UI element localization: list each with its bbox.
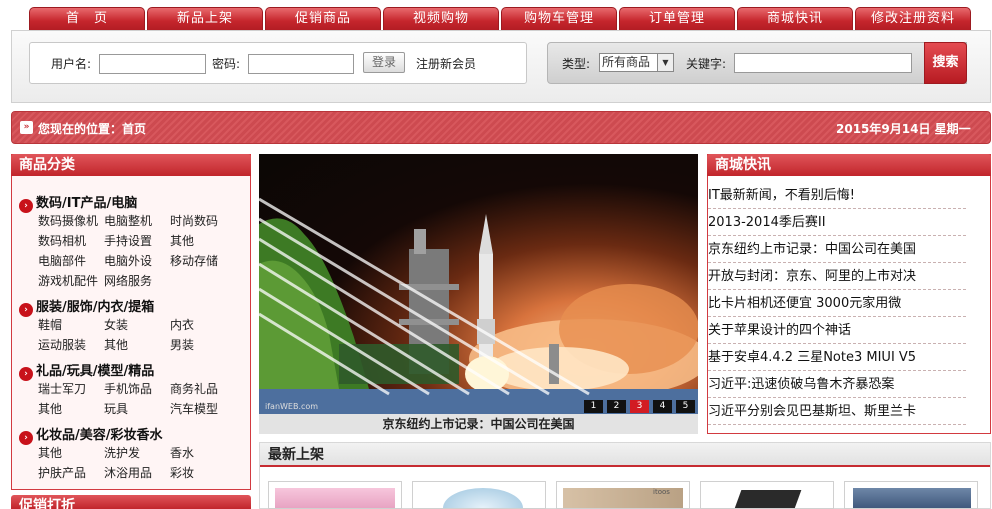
tab-new-products[interactable]: 新品上架 [147,7,263,30]
product-image [853,488,971,508]
promo-panel-title: 促销打折 [11,495,251,509]
new-arrivals-title: 最新上架 [260,443,990,467]
news-item[interactable]: 京东纽约上市记录：中国公司在美国 [708,237,966,263]
news-item[interactable]: 基于安卓4.4.2 三星Note3 MIUI V5 [708,345,966,371]
banner-page-3-active[interactable]: 3 [630,400,649,413]
news-item[interactable]: 开放与封闭：京东、阿里的上市对决 [708,264,966,290]
username-input[interactable] [99,54,206,74]
category-link[interactable]: 手持设置 [104,232,152,249]
category-link[interactable]: 男装 [170,336,194,353]
news-item[interactable]: 习近平分别会见巴基斯坦、斯里兰卡 [708,399,966,425]
tab-promotions[interactable]: 促销商品 [265,7,381,30]
product-thumb-1[interactable] [268,481,402,509]
category-link[interactable]: 其他 [170,232,194,249]
news-item[interactable]: 习近平:迅速侦破乌鲁木齐暴恐案 [708,372,966,398]
password-input[interactable] [248,54,354,74]
tab-news[interactable]: 商城快讯 [737,7,853,30]
category-link[interactable]: 其他 [38,444,62,461]
product-image [443,488,523,508]
category-link[interactable]: 数码相机 [38,232,86,249]
current-date: 2015年9月14日 星期一 [836,122,971,136]
category-link[interactable]: 移动存储 [170,252,218,269]
news-panel-title: 商城快讯 [707,154,991,176]
arrow-right-icon: › [19,303,33,317]
product-thumb-4[interactable] [700,481,834,509]
search-button[interactable]: 搜索 [924,42,967,84]
chevron-down-icon: ▼ [657,54,673,71]
password-label: 密码: [212,57,241,71]
register-link[interactable]: 注册新会员 [416,55,476,72]
category-link[interactable]: 手机饰品 [104,380,152,397]
username-label: 用户名: [51,57,92,71]
banner-caption[interactable]: 京东纽约上市记录：中国公司在美国 [259,414,698,434]
breadcrumb: 您现在的位置：首页 [38,122,147,136]
category-link[interactable]: 运动服装 [38,336,86,353]
tab-video-shopping[interactable]: 视频购物 [383,7,499,30]
banner-page-1[interactable]: 1 [584,400,603,413]
category-link[interactable]: 电脑部件 [38,252,86,269]
product-image [732,490,802,508]
product-thumb-3[interactable]: itoos [556,481,690,509]
category-link[interactable]: 沐浴用品 [104,464,152,481]
category-link[interactable]: 商务礼品 [170,380,218,397]
category-link[interactable]: 护肤产品 [38,464,86,481]
category-heading-apparel[interactable]: › 服装/服饰/内衣/提箱 [19,296,154,317]
product-image [275,488,395,508]
category-link[interactable]: 内衣 [170,316,194,333]
product-thumb-5[interactable] [844,481,978,509]
product-thumb-2[interactable] [412,481,546,509]
type-label: 类型: [562,57,591,71]
arrow-right-icon: › [19,367,33,381]
news-item[interactable]: 关于苹果设计的四个神话 [708,318,966,344]
double-chevron-icon: » [20,121,33,134]
location-bar: » 您现在的位置：首页 2015年9月14日 星期一 [11,111,991,144]
product-brand: itoos [653,488,670,496]
keyword-label: 关键字: [686,57,727,71]
category-heading-digital[interactable]: › 数码/IT产品/电脑 [19,192,137,213]
tab-orders[interactable]: 订单管理 [619,7,735,30]
keyword-input[interactable] [734,53,912,73]
category-link[interactable]: 香水 [170,444,194,461]
type-selected-value: 所有商品 [602,55,651,69]
category-link[interactable]: 鞋帽 [38,316,62,333]
type-select[interactable]: 所有商品 ▼ [599,53,674,72]
news-item[interactable]: 比卡片相机还便宜 3000元家用微 [708,291,966,317]
category-panel-title: 商品分类 [11,154,251,176]
tab-home[interactable]: 首 页 [29,7,145,30]
category-link[interactable]: 玩具 [104,400,128,417]
tab-cart[interactable]: 购物车管理 [501,7,617,30]
rocket-launch-image [259,197,698,414]
banner-page-2[interactable]: 2 [607,400,626,413]
arrow-right-icon: › [19,431,33,445]
banner-page-4[interactable]: 4 [653,400,672,413]
category-link[interactable]: 网络服务 [104,272,152,289]
category-link[interactable]: 洗护发 [104,444,140,461]
banner-image[interactable]: ifanWEB.com [259,154,698,414]
category-link[interactable]: 彩妆 [170,464,194,481]
category-link[interactable]: 其他 [38,400,62,417]
category-link[interactable]: 电脑外设 [104,252,152,269]
category-link[interactable]: 电脑整机 [104,212,152,229]
category-link[interactable]: 游戏机配件 [38,272,98,289]
login-button[interactable]: 登录 [363,52,405,73]
banner-watermark: ifanWEB.com [265,402,319,411]
category-link[interactable]: 其他 [104,336,128,353]
category-link[interactable]: 汽车模型 [170,400,218,417]
tab-edit-profile[interactable]: 修改注册资料 [855,7,971,30]
arrow-right-icon: › [19,199,33,213]
category-link[interactable]: 瑞士军刀 [38,380,86,397]
category-heading-cosmetics[interactable]: › 化妆品/美容/彩妆香水 [19,424,163,445]
category-link[interactable]: 女装 [104,316,128,333]
news-item[interactable]: 2013-2014季后赛II [708,210,966,236]
category-heading-gifts[interactable]: › 礼品/玩具/模型/精品 [19,360,154,381]
category-link[interactable]: 数码摄像机 [38,212,98,229]
news-item[interactable]: IT最新新闻，不看别后悔! [708,183,966,209]
category-link[interactable]: 时尚数码 [170,212,218,229]
banner-page-5[interactable]: 5 [676,400,695,413]
